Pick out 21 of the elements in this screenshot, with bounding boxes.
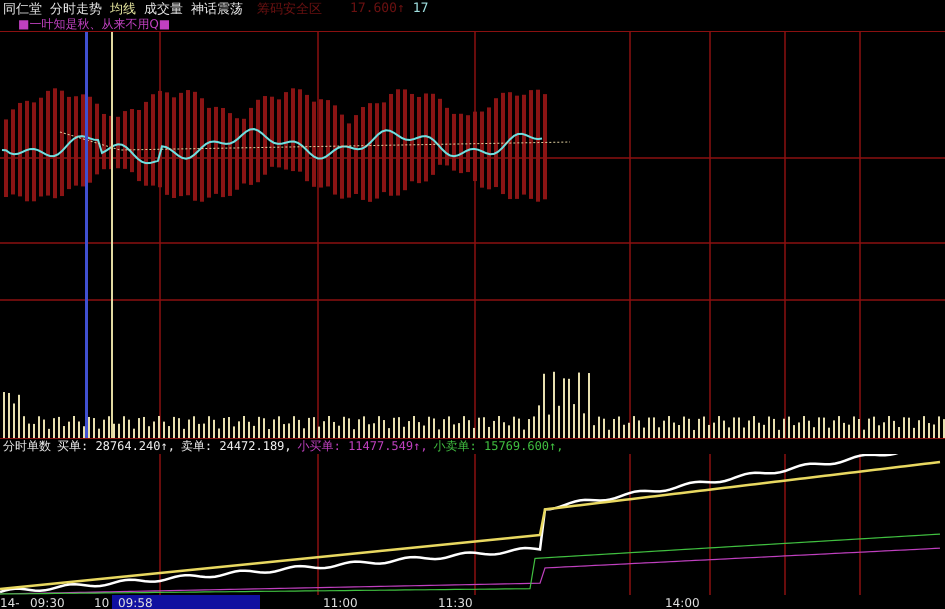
zone-label: 筹码安全区 (257, 0, 322, 18)
cursor-time: 09:58 (118, 596, 153, 609)
order-stat: 小买单: 11477.549↑, (298, 438, 428, 455)
time-label: 10 (94, 596, 110, 609)
time-label: 14- (0, 596, 20, 609)
time-label: 09:30 (30, 596, 65, 609)
stock-name: 同仁堂 (3, 0, 42, 18)
time-label: 11:00 (323, 596, 358, 609)
indicator-label: 均线 (110, 0, 136, 18)
time-label: 11:30 (438, 596, 473, 609)
indicator-label: 神话震荡 (191, 0, 243, 18)
order-stat: 卖单: 24472.189, (180, 438, 292, 455)
time-label: 14:00 (665, 596, 700, 609)
price-value: 17.600↑ (350, 1, 405, 16)
value-label: 17 (412, 1, 428, 16)
order-stat: 小卖单: 15769.600↑, (434, 438, 564, 455)
order-stat: 买单: 28764.240↑, (57, 438, 175, 455)
panel-title: 分时单数 (3, 438, 51, 455)
formula-note: ■一叶知是秋、从来不用Q■ (18, 17, 170, 31)
indicator-label: 成交量 (144, 0, 183, 18)
indicator-label: 分时走势 (50, 0, 102, 18)
